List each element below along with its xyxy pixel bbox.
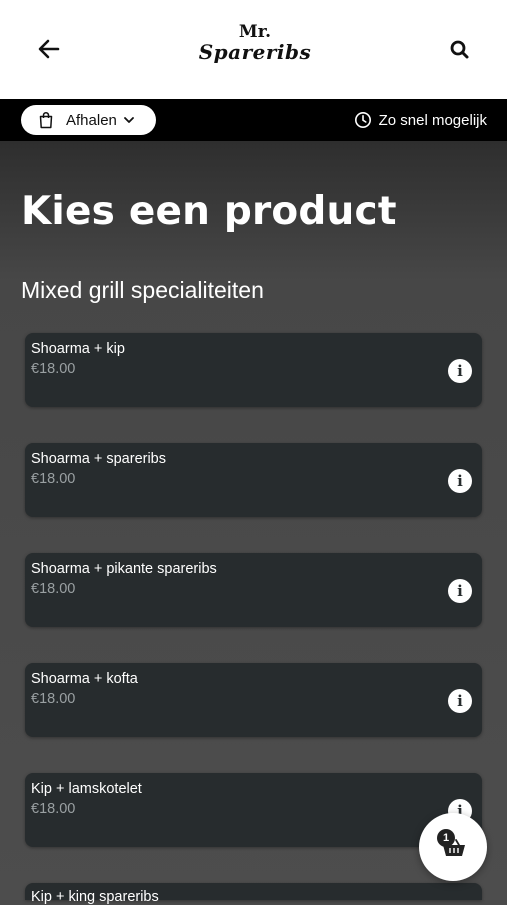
info-icon[interactable]: i [448,689,472,713]
pickup-time-label: Zo snel mogelijk [378,111,487,129]
page-title: Kies een product [21,189,397,234]
product-name: Shoarma + kip [31,341,125,357]
product-price: €18.00 [31,471,76,487]
category-title: Mixed grill specialiteiten [21,277,264,303]
product-card[interactable]: Shoarma + spareribs €18.00 i [25,443,482,517]
info-icon[interactable]: i [448,359,472,383]
search-button[interactable] [446,36,474,64]
cart-count-badge: 1 [437,829,455,847]
logo-brand-text: Spareribs [198,40,312,64]
order-mode-dropdown[interactable]: Afhalen [21,105,156,135]
product-card[interactable]: Shoarma + pikante spareribs €18.00 i [25,553,482,627]
product-price: €18.00 [31,581,76,597]
product-price: €18.00 [31,691,76,707]
arrow-left-icon [38,39,60,59]
product-card[interactable]: Kip + king spareribs [25,883,482,905]
logo-top-text: Mr. [238,22,272,42]
product-card[interactable]: Shoarma + kofta €18.00 i [25,663,482,737]
app-header: Mr. Spareribs [0,0,507,99]
search-icon [450,40,469,59]
product-name: Shoarma + spareribs [31,451,166,467]
product-name: Shoarma + kofta [31,671,138,687]
info-icon[interactable]: i [448,469,472,493]
chevron-down-icon [123,117,134,123]
product-price: €18.00 [31,361,76,377]
order-mode-label: Afhalen [66,111,117,129]
info-icon[interactable]: i [448,579,472,603]
back-button[interactable] [34,34,64,64]
product-name: Kip + king spareribs [31,889,159,905]
product-price: €18.00 [31,801,76,817]
shopping-bag-icon [39,111,53,129]
pickup-time-selector[interactable]: Zo snel mogelijk [354,109,487,131]
cart-button[interactable]: 1 [419,813,487,881]
product-card[interactable]: Shoarma + kip €18.00 i [25,333,482,407]
brand-logo[interactable]: Mr. Spareribs [190,24,320,74]
product-name: Shoarma + pikante spareribs [31,561,217,577]
product-card[interactable]: Kip + lamskotelet €18.00 i [25,773,482,847]
clock-icon [354,112,371,128]
product-name: Kip + lamskotelet [31,781,142,797]
